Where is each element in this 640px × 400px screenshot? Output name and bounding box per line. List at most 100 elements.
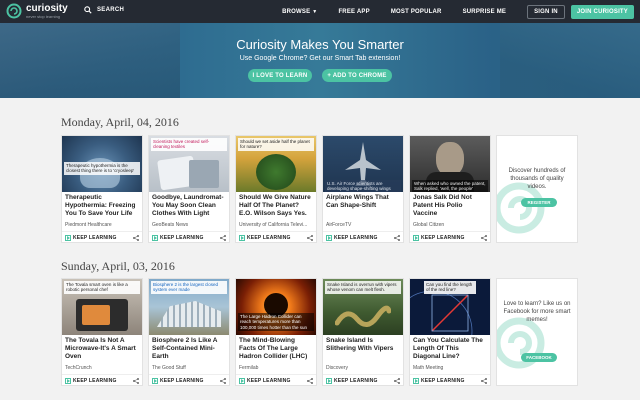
card-thumbnail: Snake Island is overrun with vipers whos… [323,279,403,335]
share-icon[interactable] [481,378,487,384]
keep-learning-label: KEEP LEARNING [334,377,378,384]
share-icon[interactable] [307,235,313,241]
play-icon [239,377,245,384]
most-popular-link[interactable]: MOST POPULAR [391,9,442,15]
promo-text: Love to learn? Like us on Facebook for m… [503,301,571,323]
card-thumbnail: Can you find the length of the red line? [410,279,490,335]
facebook-promo: Love to learn? Like us on Facebook for m… [496,278,578,386]
card-title: Jonas Salk Did Not Patent His Polio Vacc… [413,194,472,217]
card-caption: Snake Island is overrun with vipers whos… [325,281,401,294]
play-icon [413,234,419,241]
share-icon[interactable] [394,378,400,384]
keep-learning-label: KEEP LEARNING [160,234,204,241]
add-to-chrome-button[interactable]: + ADD TO CHROME [322,69,392,82]
card-source: AirForceTV [326,222,352,228]
promo-text: Discover hundreds of thousands of qualit… [508,168,566,190]
section-date: Sunday, April, 03, 2016 [61,259,175,273]
hero-banner: Curiosity Makes You Smarter Use Google C… [0,23,640,98]
keep-learning-label: KEEP LEARNING [73,234,117,241]
video-card[interactable]: When asked who owned the patent, Salk re… [409,135,491,243]
keep-learning-label: KEEP LEARNING [421,234,465,241]
keep-learning-button[interactable]: KEEP LEARNING [326,234,378,241]
card-caption: Therapeutic hypothermia is the closest t… [64,162,140,175]
search-label: SEARCH [97,7,125,13]
free-app-link[interactable]: FREE APP [338,9,369,15]
top-nav: curiosity never stop learning SEARCH BRO… [0,0,640,23]
card-thumbnail: U.S. Air Force scientists are developing… [323,136,403,192]
register-button[interactable]: REGISTER [521,198,557,207]
video-card[interactable]: Therapeutic hypothermia is the closest t… [61,135,143,243]
card-title: The Mind-Blowing Facts Of The Large Hadr… [239,337,308,360]
keep-learning-label: KEEP LEARNING [160,377,204,384]
card-thumbnail: The Large Hadron Collider can reach temp… [236,279,316,335]
card-title: Goodbye, Laundromat- You May Soon Clean … [152,194,224,217]
keep-learning-button[interactable]: KEEP LEARNING [239,234,291,241]
keep-learning-button[interactable]: KEEP LEARNING [326,377,378,384]
card-source: Global Citizen [413,222,445,228]
card-thumbnail: Scientists have created self-cleaning te… [149,136,229,192]
play-icon [239,234,245,241]
hero-title: Curiosity Makes You Smarter [236,37,404,52]
video-card[interactable]: Should we set aside half the planet for … [235,135,317,243]
snake-image [335,305,391,327]
share-icon[interactable] [133,378,139,384]
card-title: Airplane Wings That Can Shape-Shift [326,194,389,209]
browse-menu[interactable]: BROWSE ▼ [282,9,317,15]
card-thumbnail: When asked who owned the patent, Salk re… [410,136,490,192]
card-thumbnail: Therapeutic hypothermia is the closest t… [62,136,142,192]
keep-learning-button[interactable]: KEEP LEARNING [152,234,204,241]
keep-learning-button[interactable]: KEEP LEARNING [152,377,204,384]
share-icon[interactable] [220,235,226,241]
keep-learning-label: KEEP LEARNING [73,377,117,384]
curiosity-logo-icon [6,3,22,19]
keep-learning-button[interactable]: KEEP LEARNING [413,377,465,384]
play-icon [152,234,158,241]
video-card[interactable]: The Tovala smart oven is like a robotic … [61,278,143,386]
video-card[interactable]: Scientists have created self-cleaning te… [148,135,230,243]
card-source: The Good Stuff [152,365,186,371]
share-icon[interactable] [133,235,139,241]
card-caption: The Tovala smart oven is like a robotic … [64,281,140,294]
keep-learning-button[interactable]: KEEP LEARNING [65,234,117,241]
keep-learning-button[interactable]: KEEP LEARNING [239,377,291,384]
share-icon[interactable] [481,235,487,241]
card-title: Therapeutic Hypothermia: Freezing You To… [65,194,136,217]
keep-learning-label: KEEP LEARNING [421,377,465,384]
share-icon[interactable] [307,378,313,384]
card-caption: When asked who owned the patent, Salk re… [412,180,488,192]
card-title: Can You Calculate The Length Of This Dia… [413,337,483,360]
play-icon [326,377,332,384]
keep-learning-label: KEEP LEARNING [247,377,291,384]
play-icon [152,377,158,384]
keep-learning-button[interactable]: KEEP LEARNING [413,234,465,241]
logo[interactable]: curiosity never stop learning [6,3,68,19]
card-source: Math Meeting [413,365,444,371]
card-source: TechCrunch [65,365,92,371]
video-card[interactable]: The Large Hadron Collider can reach temp… [235,278,317,386]
card-caption: The Large Hadron Collider can reach temp… [238,313,314,332]
join-button[interactable]: JOIN CURIOSITY [570,4,634,19]
video-card[interactable]: Can you find the length of the red line?… [409,278,491,386]
card-caption: Scientists have created self-cleaning te… [151,138,227,151]
sign-in-button[interactable]: SIGN IN [527,4,565,19]
video-card[interactable]: Snake Island is overrun with vipers whos… [322,278,404,386]
chevron-down-icon: ▼ [312,8,318,15]
share-icon[interactable] [220,378,226,384]
card-title: Snake Island Is Slithering With Vipers [326,337,394,352]
video-card[interactable]: Biosphere 2 is the largest closed system… [148,278,230,386]
card-thumbnail: The Tovala smart oven is like a robotic … [62,279,142,335]
card-caption: U.S. Air Force scientists are developing… [325,180,401,192]
love-to-learn-button[interactable]: I LOVE TO LEARN [248,69,312,82]
play-icon [413,377,419,384]
browse-label: BROWSE [282,8,311,15]
keep-learning-label: KEEP LEARNING [247,234,291,241]
register-promo: Discover hundreds of thousands of qualit… [496,135,578,243]
search-box[interactable]: SEARCH [84,6,124,14]
keep-learning-button[interactable]: KEEP LEARNING [65,377,117,384]
facebook-button[interactable]: FACEBOOK [521,353,557,362]
surprise-me-link[interactable]: SURPRISE ME [463,9,507,15]
video-card[interactable]: U.S. Air Force scientists are developing… [322,135,404,243]
keep-learning-label: KEEP LEARNING [334,234,378,241]
card-title: Biosphere 2 Is Like A Self-Contained Min… [152,337,218,360]
share-icon[interactable] [394,235,400,241]
